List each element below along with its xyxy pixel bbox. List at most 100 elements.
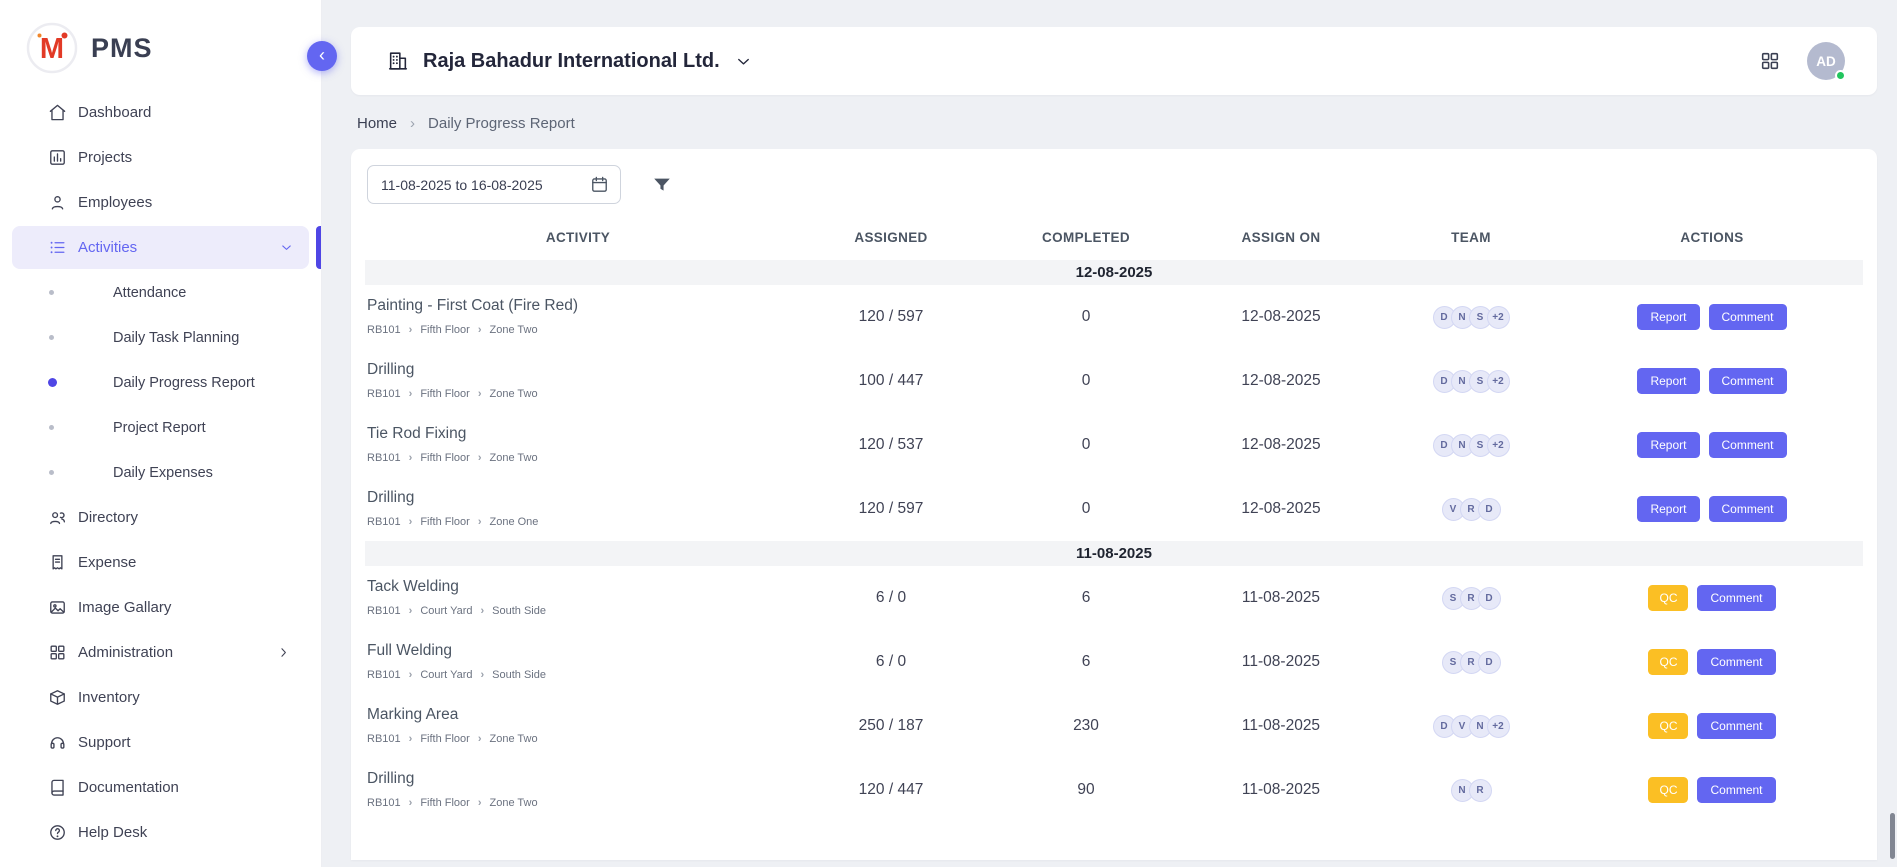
sidebar-item-directory[interactable]: Directory <box>0 495 321 540</box>
logo[interactable]: M PMS <box>0 0 321 90</box>
comment-button[interactable]: Comment <box>1709 304 1787 330</box>
book-icon <box>48 778 67 797</box>
sidebar-item-image-gallary[interactable]: Image Gallary <box>0 585 321 630</box>
company-selector[interactable]: Raja Bahadur International Ltd. <box>387 50 753 73</box>
sidebar-item-documentation[interactable]: Documentation <box>0 765 321 810</box>
activity-location: RB101›Fifth Floor›Zone Two <box>367 452 791 464</box>
team-avatar-extra[interactable]: +2 <box>1487 306 1510 329</box>
activity-name: Marking Area <box>367 706 791 724</box>
report-button[interactable]: Report <box>1637 368 1699 394</box>
home-icon <box>48 103 67 122</box>
assigned-value: 250 / 187 <box>791 694 991 758</box>
company-name: Raja Bahadur International Ltd. <box>423 50 720 73</box>
column-header-assigned: ASSIGNED <box>791 217 991 260</box>
sidebar: M PMS Dashboard Projects Employees Activ… <box>0 0 322 867</box>
sidebar-item-project-report[interactable]: Project Report <box>0 405 321 450</box>
comment-button[interactable]: Comment <box>1697 585 1775 611</box>
sidebar-subitem-label: Daily Task Planning <box>113 330 239 346</box>
sidebar-collapse-button[interactable]: ‹ <box>307 41 337 71</box>
list-icon <box>48 238 67 257</box>
qc-button[interactable]: QC <box>1648 777 1688 803</box>
comment-button[interactable]: Comment <box>1697 777 1775 803</box>
chevron-right-icon: › <box>409 452 413 464</box>
location-floor: Fifth Floor <box>420 797 470 809</box>
sidebar-item-support[interactable]: Support <box>0 720 321 765</box>
online-status-dot <box>1835 70 1846 81</box>
report-button[interactable]: Report <box>1637 496 1699 522</box>
comment-button[interactable]: Comment <box>1709 432 1787 458</box>
topbar-actions: AD <box>1759 42 1845 80</box>
calendar-icon <box>590 175 609 194</box>
comment-button[interactable]: Comment <box>1697 649 1775 675</box>
user-avatar[interactable]: AD <box>1807 42 1845 80</box>
activity-location: RB101›Fifth Floor›Zone Two <box>367 797 791 809</box>
team-avatar-extra[interactable]: +2 <box>1487 434 1510 457</box>
location-zone: Zone Two <box>490 733 538 745</box>
chevron-right-icon: › <box>410 115 415 132</box>
qc-button[interactable]: QC <box>1648 585 1688 611</box>
sidebar-item-projects[interactable]: Projects <box>0 135 321 180</box>
sidebar-item-activities[interactable]: Activities <box>12 226 309 269</box>
location-zone: South Side <box>492 605 546 617</box>
comment-button[interactable]: Comment <box>1697 713 1775 739</box>
column-header-assign-on: ASSIGN ON <box>1181 217 1381 260</box>
sidebar-item-inventory[interactable]: Inventory <box>0 675 321 720</box>
qc-button[interactable]: QC <box>1648 713 1688 739</box>
breadcrumb-home[interactable]: Home <box>357 115 397 132</box>
main-content: Raja Bahadur International Ltd. AD Home … <box>322 0 1897 867</box>
location-project: RB101 <box>367 324 401 336</box>
filter-funnel-icon[interactable] <box>651 174 673 196</box>
scrollbar-thumb[interactable] <box>1890 813 1895 859</box>
location-zone: South Side <box>492 669 546 681</box>
sidebar-item-label: Support <box>78 734 131 751</box>
team-avatar[interactable]: D <box>1478 587 1501 610</box>
completed-value: 90 <box>991 758 1181 822</box>
sidebar-item-daily-expenses[interactable]: Daily Expenses <box>0 450 321 495</box>
sidebar-item-employees[interactable]: Employees <box>0 180 321 225</box>
activity-location: RB101›Court Yard›South Side <box>367 669 791 681</box>
location-zone: Zone Two <box>490 452 538 464</box>
assign-on-value: 12-08-2025 <box>1181 477 1381 541</box>
team-avatar[interactable]: R <box>1469 779 1492 802</box>
assign-on-value: 11-08-2025 <box>1181 630 1381 694</box>
sidebar-item-attendance[interactable]: Attendance <box>0 270 321 315</box>
receipt-icon <box>48 553 67 572</box>
team-avatar-extra[interactable]: +2 <box>1487 370 1510 393</box>
sidebar-item-help-desk[interactable]: Help Desk <box>0 810 321 855</box>
completed-value: 230 <box>991 694 1181 758</box>
bullet-dot-icon <box>49 470 54 475</box>
sidebar-item-label: Administration <box>78 644 173 661</box>
location-project: RB101 <box>367 669 401 681</box>
comment-button[interactable]: Comment <box>1709 496 1787 522</box>
sidebar-subitem-label: Daily Expenses <box>113 465 213 481</box>
location-zone: Zone Two <box>490 797 538 809</box>
sidebar-item-expense[interactable]: Expense <box>0 540 321 585</box>
sidebar-item-daily-progress-report[interactable]: Daily Progress Report <box>0 360 321 405</box>
sidebar-item-daily-task-planning[interactable]: Daily Task Planning <box>0 315 321 360</box>
chevron-right-icon: › <box>478 452 482 464</box>
team-avatar[interactable]: D <box>1478 651 1501 674</box>
chevron-right-icon <box>276 645 291 660</box>
report-button[interactable]: Report <box>1637 432 1699 458</box>
report-button[interactable]: Report <box>1637 304 1699 330</box>
sidebar-item-label: Expense <box>78 554 136 571</box>
team-avatar-extra[interactable]: +2 <box>1487 715 1510 738</box>
sidebar-item-dashboard[interactable]: Dashboard <box>0 90 321 135</box>
table-row: Marking Area RB101›Fifth Floor›Zone Two … <box>365 694 1863 758</box>
activity-name: Full Welding <box>367 642 791 660</box>
assign-on-value: 11-08-2025 <box>1181 566 1381 630</box>
qc-button[interactable]: QC <box>1648 649 1688 675</box>
chevron-right-icon: › <box>481 669 485 681</box>
sidebar-subitem-label: Attendance <box>113 285 186 301</box>
sidebar-item-label: Dashboard <box>78 104 151 121</box>
date-range-field[interactable] <box>367 165 621 204</box>
comment-button[interactable]: Comment <box>1709 368 1787 394</box>
activity-name: Tie Rod Fixing <box>367 425 791 443</box>
sidebar-item-label: Employees <box>78 194 152 211</box>
activity-name: Painting - First Coat (Fire Red) <box>367 297 791 315</box>
apps-grid-icon[interactable] <box>1759 50 1781 72</box>
team-avatar[interactable]: D <box>1478 498 1501 521</box>
completed-value: 0 <box>991 285 1181 349</box>
sidebar-item-administration[interactable]: Administration <box>0 630 321 675</box>
date-range-input[interactable] <box>381 177 590 193</box>
